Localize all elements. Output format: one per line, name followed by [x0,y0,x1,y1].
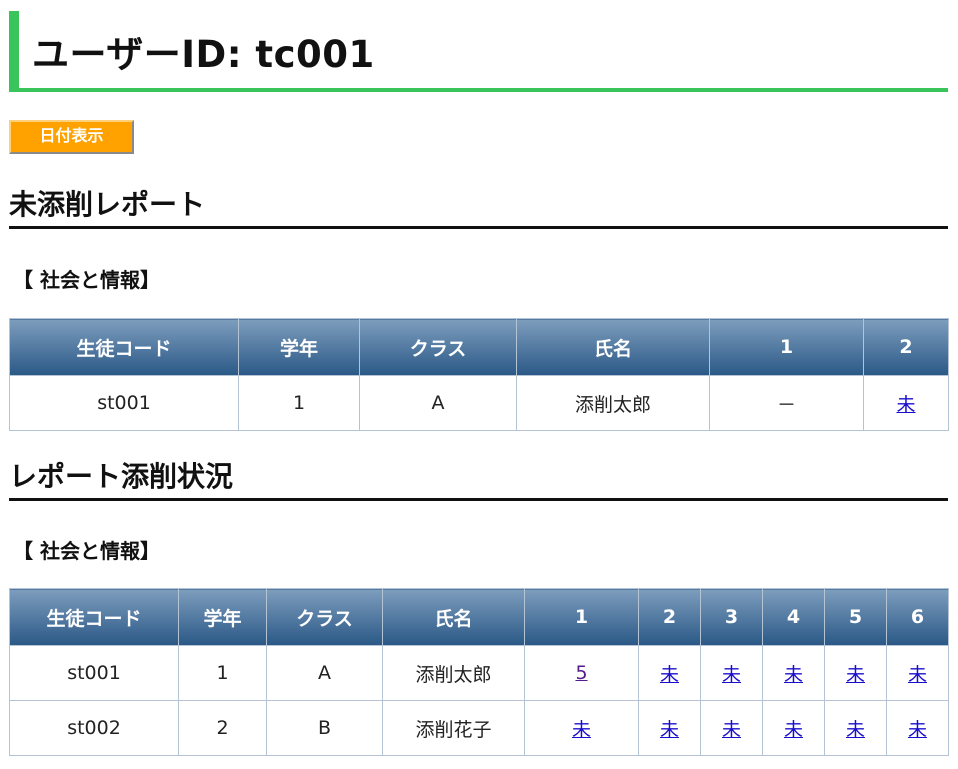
report-6-link[interactable]: 未 [908,719,927,741]
report-1-cell: 5 [524,645,639,701]
col-header-report-5: 5 [824,588,887,646]
student-code-cell: st002 [9,700,179,756]
unmarked-reports-table: 生徒コード 学年 クラス 氏名 1 2 st001 1 A 添削太郎 － 未 [9,318,949,431]
col-header-class: クラス [359,318,517,376]
class-cell: A [266,645,383,701]
col-header-class: クラス [266,588,383,646]
table-row: st002 2 B 添削花子 未 未 未 未 未 未 [9,700,949,756]
col-header-student-code: 生徒コード [9,588,179,646]
report-4-link[interactable]: 未 [784,664,803,686]
report-6-cell: 未 [886,645,949,701]
report-2-link[interactable]: 未 [660,719,679,741]
report-3-cell: 未 [700,645,763,701]
col-header-report-3: 3 [700,588,763,646]
status-subject-label: 【 社会と情報】 [13,539,160,563]
col-header-report-2: 2 [863,318,949,376]
report-2-link[interactable]: 未 [660,664,679,686]
report-4-link[interactable]: 未 [784,719,803,741]
table-row: st001 1 A 添削太郎 － 未 [9,375,949,431]
name-cell: 添削花子 [382,700,525,756]
page-title-text: ユーザーID: tc001 [32,33,375,76]
col-header-report-6: 6 [886,588,949,646]
table-row: st001 1 A 添削太郎 5 未 未 未 未 未 [9,645,949,701]
report-5-link[interactable]: 未 [846,664,865,686]
report-5-link[interactable]: 未 [846,719,865,741]
report-4-cell: 未 [762,700,825,756]
report-6-link[interactable]: 未 [908,664,927,686]
col-header-report-1: 1 [709,318,864,376]
report-status-heading: レポート添削状況 [9,461,948,501]
grade-cell: 1 [238,375,360,431]
student-code-cell: st001 [9,645,179,701]
name-cell: 添削太郎 [516,375,710,431]
student-code-cell: st001 [9,375,239,431]
report-6-cell: 未 [886,700,949,756]
report-5-cell: 未 [824,645,887,701]
page-title: ユーザーID: tc001 [9,11,948,92]
report-1-cell: 未 [524,700,639,756]
col-header-report-1: 1 [524,588,639,646]
table-header-row: 生徒コード 学年 クラス 氏名 1 2 [9,318,949,376]
report-4-cell: 未 [762,645,825,701]
col-header-grade: 学年 [238,318,360,376]
report-3-cell: 未 [700,700,763,756]
unmarked-reports-heading: 未添削レポート [9,189,948,229]
class-cell: A [359,375,517,431]
report-2-cell: 未 [638,700,701,756]
unmarked-subject-label: 【 社会と情報】 [13,268,160,292]
col-header-name: 氏名 [516,318,710,376]
report-1-link[interactable]: 5 [575,662,587,684]
col-header-grade: 学年 [178,588,267,646]
report-2-cell: 未 [638,645,701,701]
report-status-table: 生徒コード 学年 クラス 氏名 1 2 3 4 5 6 st001 1 A 添削… [9,588,949,756]
table-header-row: 生徒コード 学年 クラス 氏名 1 2 3 4 5 6 [9,588,949,646]
report-3-link[interactable]: 未 [722,664,741,686]
report-1-cell: － [709,375,864,431]
name-cell: 添削太郎 [382,645,525,701]
report-5-cell: 未 [824,700,887,756]
class-cell: B [266,700,383,756]
col-header-name: 氏名 [382,588,525,646]
report-2-link[interactable]: 未 [896,394,915,416]
date-display-button[interactable]: 日付表示 [9,120,134,154]
col-header-student-code: 生徒コード [9,318,239,376]
report-3-link[interactable]: 未 [722,719,741,741]
grade-cell: 1 [178,645,267,701]
grade-cell: 2 [178,700,267,756]
report-1-link[interactable]: 未 [572,719,591,741]
col-header-report-4: 4 [762,588,825,646]
report-2-cell: 未 [863,375,949,431]
col-header-report-2: 2 [638,588,701,646]
